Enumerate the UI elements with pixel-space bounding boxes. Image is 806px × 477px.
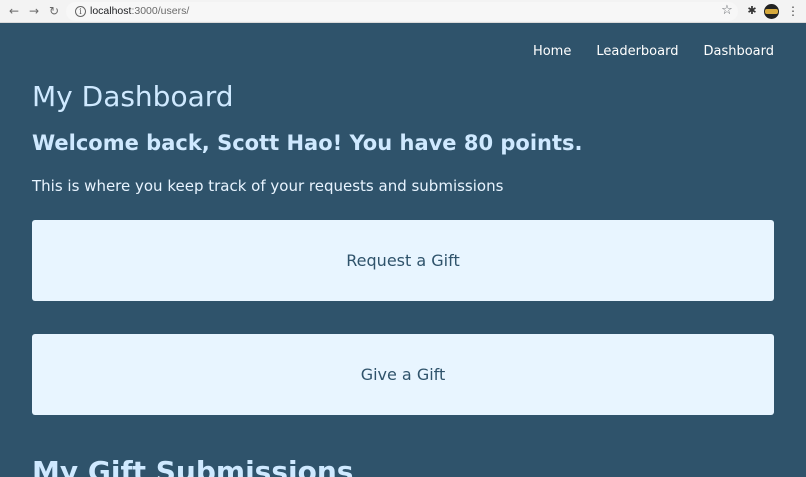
url-text[interactable]: localhost:3000/users/	[90, 5, 189, 17]
browser-toolbar: ← → ↻ i localhost:3000/users/ ☆ ✱ ⋮	[0, 0, 806, 23]
page-subtitle: This is where you keep track of your req…	[32, 177, 504, 195]
address-bar[interactable]: i localhost:3000/users/	[66, 2, 738, 21]
back-arrow-icon[interactable]: ←	[5, 2, 23, 20]
top-navigation: Home Leaderboard Dashboard	[508, 44, 774, 59]
welcome-message: Welcome back, Scott Hao! You have 80 poi…	[32, 131, 583, 155]
url-path: :3000/users/	[131, 5, 190, 17]
dashboard-page: Home Leaderboard Dashboard My Dashboard …	[0, 23, 806, 477]
forward-arrow-icon[interactable]: →	[25, 2, 43, 20]
submissions-section-title: My Gift Submissions	[32, 455, 354, 477]
reload-icon[interactable]: ↻	[45, 2, 63, 20]
extensions-puzzle-icon[interactable]: ✱	[746, 2, 758, 20]
info-icon[interactable]: i	[75, 6, 86, 17]
nav-link-leaderboard[interactable]: Leaderboard	[596, 44, 678, 59]
nav-link-home[interactable]: Home	[533, 44, 571, 59]
browser-menu-icon[interactable]: ⋮	[787, 2, 799, 20]
bookmark-star-icon[interactable]: ☆	[720, 2, 734, 20]
give-gift-label: Give a Gift	[360, 365, 446, 384]
request-gift-label: Request a Gift	[346, 251, 460, 270]
give-gift-button[interactable]: Give a Gift	[32, 334, 774, 415]
url-host: localhost	[90, 5, 132, 17]
page-title: My Dashboard	[32, 80, 234, 113]
request-gift-button[interactable]: Request a Gift	[32, 220, 774, 301]
profile-avatar[interactable]	[764, 4, 779, 19]
nav-link-dashboard[interactable]: Dashboard	[703, 44, 774, 59]
